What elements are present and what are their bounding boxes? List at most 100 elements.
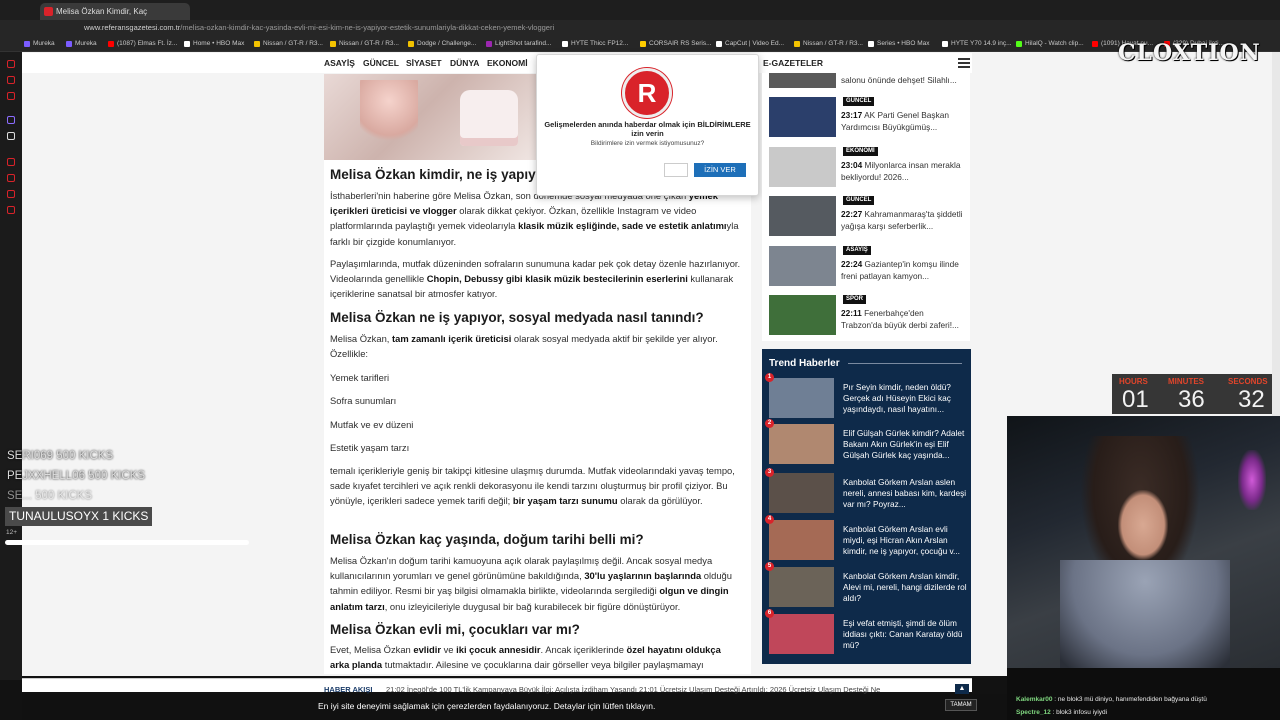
bookmark-favicon-icon	[66, 41, 72, 47]
hero-figure	[360, 80, 418, 150]
news-ticker-label: HABER AKIŞI	[324, 685, 373, 694]
chat-message: Spectre_12 : blok3 infosu iyiydi	[1016, 709, 1108, 716]
news-thumbnail[interactable]	[769, 196, 836, 236]
bookmark-item[interactable]: HYTE Y70 14.9 inç...	[942, 38, 1012, 50]
list-item: Estetik yaşam tarzı	[330, 442, 410, 453]
bookmark-item[interactable]: LightShot tarafind...	[486, 38, 551, 50]
news-category-badge[interactable]: SPOR	[843, 295, 867, 304]
twitch-icon[interactable]	[7, 116, 15, 124]
bookmark-item[interactable]: CapCut | Video Ed...	[716, 38, 784, 50]
bookmark-favicon-icon	[184, 41, 190, 47]
bookmark-item[interactable]: Nissan / GT-R / R3...	[330, 38, 399, 50]
bookmark-item[interactable]: HilalQ - Watch clip...	[1016, 38, 1084, 50]
rail-app-icon[interactable]	[7, 60, 15, 68]
heading-is-yapiyor: Melisa Özkan ne iş yapıyor, sosyal medya…	[330, 310, 704, 325]
kick-meta: 12+	[6, 529, 18, 536]
list-item: Sofra sunumları	[330, 395, 397, 406]
trend-headline[interactable]: Kanbolat Görkem Arslan aslen nereli, ann…	[843, 477, 967, 510]
scroll-top-button[interactable]: ▲	[955, 684, 969, 694]
news-category-badge[interactable]: EKONOMİ	[843, 147, 878, 156]
news-category-badge[interactable]: GÜNCEL	[843, 97, 875, 106]
bookmark-favicon-icon	[716, 41, 722, 47]
rail-app-icon[interactable]	[7, 76, 15, 84]
bookmark-favicon-icon	[868, 41, 874, 47]
bookmark-item[interactable]: HYTE Thicc FP12...	[562, 38, 628, 50]
kick-progress-bar	[5, 540, 249, 545]
trend-thumbnail[interactable]	[769, 567, 834, 607]
trend-rank-badge: 6	[765, 609, 774, 618]
trend-title: Trend Haberler	[769, 358, 840, 369]
bookmark-favicon-icon	[408, 41, 414, 47]
paragraph: Melisa Özkan'ın doğum tarihi kamuoyuna a…	[330, 555, 732, 612]
x-icon[interactable]	[7, 132, 15, 140]
news-ticker-text[interactable]: 21:02 İnegöl'de 100 TL'lik Kampanyaya Bü…	[386, 685, 946, 694]
rail-app-icon[interactable]	[7, 92, 15, 100]
site-favicon-icon	[44, 7, 53, 16]
browser-tab-active[interactable]: Melisa Özkan Kimdir, Kaç	[40, 3, 190, 20]
nav-ekonomi[interactable]: EKONOMİ	[487, 58, 528, 68]
trend-thumbnail[interactable]	[769, 614, 834, 654]
timer-hours-label: HOURS	[1119, 377, 1148, 386]
news-headline[interactable]: 23:17 AK Parti Genel Başkan Yardımcısı B…	[841, 109, 965, 133]
news-category-badge[interactable]: GÜNCEL	[843, 196, 875, 205]
news-thumbnail[interactable]	[769, 97, 836, 137]
bookmark-item[interactable]: CORSAIR RS Seris...	[640, 38, 711, 50]
allow-notifications-button[interactable]: İZİN VER	[694, 163, 746, 177]
trend-thumbnail[interactable]	[769, 520, 834, 560]
hero-cake	[460, 90, 518, 146]
paragraph: Evet, Melisa Özkan evlidir ve iki çocuk …	[330, 644, 721, 671]
news-thumbnail[interactable]	[769, 147, 836, 187]
bookmark-item[interactable]: Dodge / Challenge...	[408, 38, 476, 50]
trend-rank-badge: 3	[765, 468, 774, 477]
trend-rank-badge: 4	[765, 515, 774, 524]
trend-headline[interactable]: Pır Seyin kimdir, neden öldü? Gerçek adı…	[843, 382, 967, 415]
browser-sidebar-rail	[0, 52, 22, 680]
bookmark-item[interactable]: Series • HBO Max	[868, 38, 929, 50]
news-headline[interactable]: salonu önünde dehşet! Silahlı...	[841, 74, 965, 86]
trend-thumbnail[interactable]	[769, 473, 834, 513]
trend-headline[interactable]: Kanbolat Görkem Arslan kimdir, Alevi mi,…	[843, 571, 967, 604]
bookmark-favicon-icon	[640, 41, 646, 47]
news-headline[interactable]: 22:27 Kahramanmaraş'ta şiddetli yağışa k…	[841, 208, 965, 232]
cookie-text[interactable]: En iyi site deneyimi sağlamak için çerez…	[318, 701, 655, 711]
news-thumbnail[interactable]	[769, 73, 836, 88]
nav-siyaset[interactable]: SİYASET	[406, 58, 442, 68]
menu-icon[interactable]	[958, 58, 970, 68]
news-headline[interactable]: 22:11 Fenerbahçe'den Trabzon'da büyük de…	[841, 307, 965, 331]
dialog-question: Bildirimlere izin vermek istiyomusunuz?	[590, 140, 705, 147]
bookmark-item[interactable]: Nissan / GT-R / R3...	[794, 38, 863, 50]
nav-guncel[interactable]: GÜNCEL	[363, 58, 399, 68]
dialog-title: Gelişmelerden anında haberdar olmak için…	[544, 120, 751, 138]
trend-thumbnail[interactable]	[769, 424, 834, 464]
rail-app-icon[interactable]	[7, 174, 15, 182]
news-category-badge[interactable]: ASAYİŞ	[843, 246, 871, 255]
bookmark-item[interactable]: Mureka	[66, 38, 97, 50]
rail-app-icon[interactable]	[7, 190, 15, 198]
nav-asayis[interactable]: ASAYİŞ	[324, 58, 355, 68]
news-thumbnail[interactable]	[769, 246, 836, 286]
url-text[interactable]: www.referansgazetesi.com.tr/melisa-ozkan…	[84, 21, 554, 35]
bookmark-item[interactable]: Home • HBO Max	[184, 38, 244, 50]
bookmark-favicon-icon	[1016, 41, 1022, 47]
news-headline[interactable]: 22:24 Gaziantep'in komşu ilinde freni pa…	[841, 258, 965, 282]
trend-headline[interactable]: Eşi vefat etmişti, şimdi de ölüm iddiası…	[843, 618, 967, 651]
trend-thumbnail[interactable]	[769, 378, 834, 418]
trend-headline[interactable]: Kanbolat Görkem Arslan evli miydi, eşi H…	[843, 524, 967, 557]
cookie-accept-button[interactable]: TAMAM	[945, 699, 977, 711]
trend-headline[interactable]: Elif Gülşah Gürlek kimdir? Adalet Bakanı…	[843, 428, 967, 461]
bookmark-favicon-icon	[1092, 41, 1098, 47]
nav-dunya[interactable]: DÜNYA	[450, 58, 479, 68]
news-thumbnail[interactable]	[769, 295, 836, 335]
rail-app-icon[interactable]	[7, 206, 15, 214]
list-item: Mutfak ve ev düzeni	[330, 419, 414, 430]
news-headline[interactable]: 23:04 Milyonlarca insan merakla bekliyor…	[841, 159, 965, 183]
bookmark-item[interactable]: Mureka	[24, 38, 55, 50]
paragraph: İsthaberleri'nin haberine göre Melisa Öz…	[330, 190, 739, 247]
dialog-dismiss-button[interactable]	[664, 163, 688, 177]
nav-egazeteler[interactable]: E-GAZETELER	[763, 58, 823, 68]
rail-app-icon[interactable]	[7, 158, 15, 166]
kick-entry: SE... 500 KICKS	[7, 490, 93, 502]
bookmark-item[interactable]: (1087) Elmas Ft. İz...	[108, 38, 177, 50]
bookmark-item[interactable]: Nissan / GT-R / R3...	[254, 38, 323, 50]
site-logo-icon: R	[622, 68, 672, 118]
